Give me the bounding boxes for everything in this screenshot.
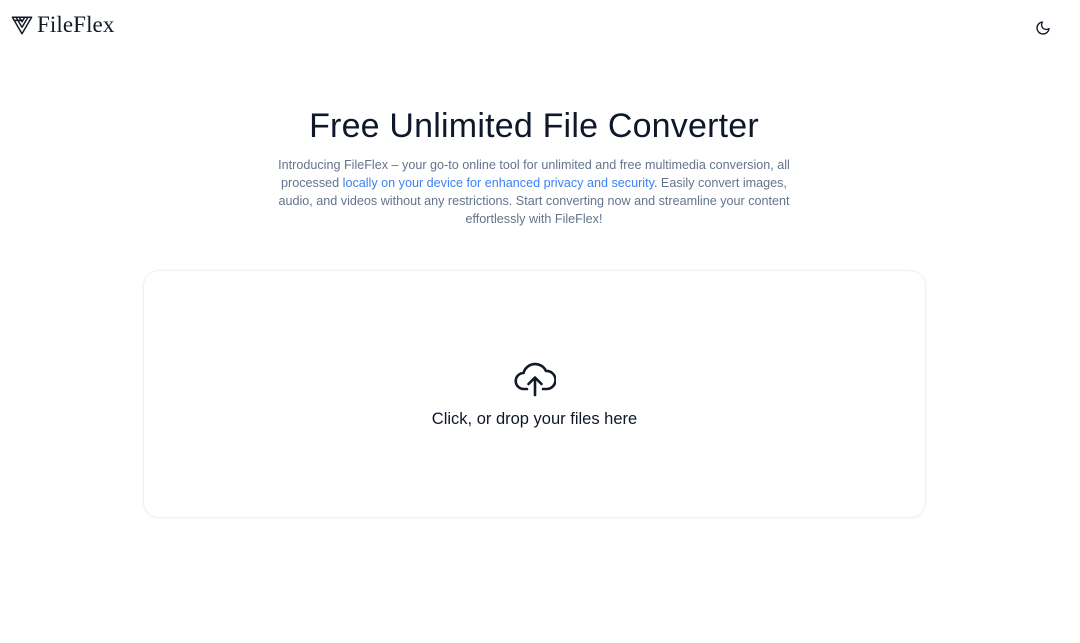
hero-description: Introducing FileFlex – your go-to online… bbox=[274, 156, 794, 228]
cloud-upload-icon bbox=[514, 362, 556, 397]
theme-toggle-button[interactable] bbox=[1031, 17, 1055, 39]
description-highlight: locally on your device for enhanced priv… bbox=[342, 176, 654, 190]
page-title: Free Unlimited File Converter bbox=[309, 107, 759, 145]
page: FileFlex Free Unlimited File Converter I… bbox=[0, 0, 1080, 643]
fileflex-logo-icon bbox=[11, 16, 33, 35]
dropzone-label: Click, or drop your files here bbox=[431, 410, 638, 428]
moon-icon bbox=[1036, 21, 1050, 35]
brand-name: FileFlex bbox=[37, 12, 115, 37]
brand-link[interactable]: FileFlex bbox=[11, 12, 114, 38]
file-dropzone[interactable]: Click, or drop your files here bbox=[143, 270, 926, 518]
header: FileFlex bbox=[0, 0, 1080, 50]
